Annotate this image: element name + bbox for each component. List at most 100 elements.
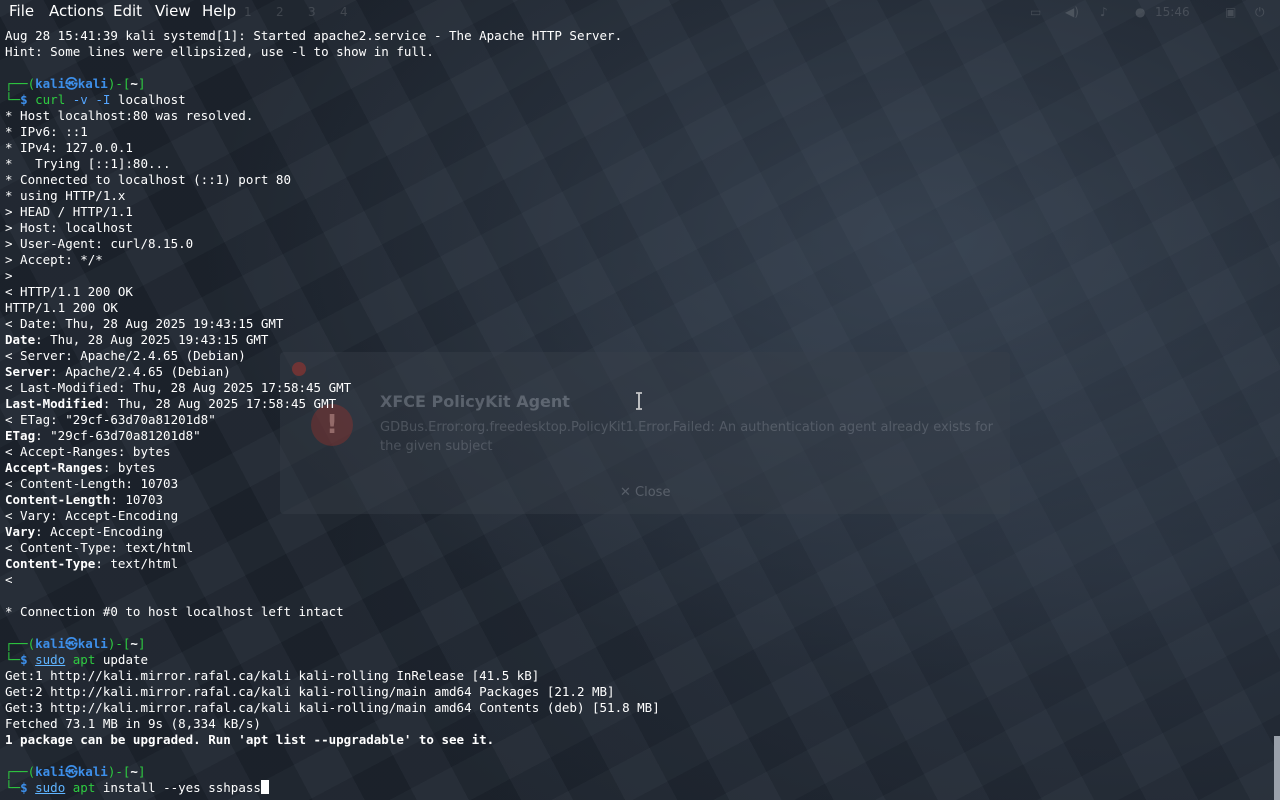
header-key: Server	[5, 364, 51, 379]
workspace-4[interactable]: 4	[340, 5, 348, 19]
terminal-line: * using HTTP/1.x	[5, 188, 660, 204]
terminal-line-text: * Connection #0 to host localhost left i…	[5, 604, 344, 619]
terminal-line: Accept-Ranges: bytes	[5, 460, 660, 476]
terminal-line: < Accept-Ranges: bytes	[5, 444, 660, 460]
command-line: └─$ sudo apt install --yes sshpass	[5, 780, 660, 796]
terminal-line-text: < Content-Type: text/html	[5, 540, 194, 555]
terminal-line-text: * Host localhost:80 was resolved.	[5, 108, 254, 123]
header-key: Vary	[5, 524, 36, 539]
terminal-line: * Trying [::1]:80...	[5, 156, 660, 172]
logout-icon[interactable]: ⏻	[1255, 5, 1265, 20]
command-space	[65, 652, 73, 667]
workspace-3[interactable]: 3	[308, 5, 316, 19]
terminal-line-text: < Content-Length: 10703	[5, 476, 179, 491]
command-args: localhost	[117, 92, 186, 107]
terminal-line: < Content-Length: 10703	[5, 476, 660, 492]
terminal-line-text: Hint: Some lines were ellipsized, use -l…	[5, 44, 434, 59]
terminal-cursor	[260, 780, 269, 794]
prompt-dir: ~	[130, 76, 138, 91]
terminal-output[interactable]: Aug 28 15:41:39 kali systemd[1]: Started…	[5, 28, 660, 796]
menu-view[interactable]: View	[155, 2, 191, 20]
command-args: update	[95, 652, 149, 667]
terminal-line: ETag: "29cf-63d70a81201d8"	[5, 428, 660, 444]
bell-icon[interactable]: ♪	[1100, 5, 1108, 19]
header-value: : Apache/2.4.65 (Debian)	[50, 364, 231, 379]
terminal-line: Date: Thu, 28 Aug 2025 19:43:15 GMT	[5, 332, 660, 348]
terminal-line-text: < ETag: "29cf-63d70a81201d8"	[5, 412, 216, 427]
terminal-line-text: * IPv4: 127.0.0.1	[5, 140, 133, 155]
terminal-line: > Accept: */*	[5, 252, 660, 268]
terminal-line-text: > HEAD / HTTP/1.1	[5, 204, 133, 219]
menu-file[interactable]: File	[9, 2, 34, 20]
header-value: : Thu, 28 Aug 2025 17:58:45 GMT	[102, 396, 337, 411]
terminal-line: <	[5, 572, 660, 588]
command-line: └─$ sudo apt update	[5, 652, 660, 668]
prompt-dollar: $	[20, 92, 36, 107]
volume-icon[interactable]: ◀)	[1065, 5, 1079, 19]
text-cursor-ibeam-icon	[636, 392, 642, 410]
header-key: Content-Length	[5, 492, 111, 507]
prompt-dollar: $	[20, 652, 36, 667]
terminal-line: >	[5, 268, 660, 284]
header-key: Last-Modified	[5, 396, 103, 411]
terminal-line: Last-Modified: Thu, 28 Aug 2025 17:58:45…	[5, 396, 660, 412]
terminal-line: Fetched 73.1 MB in 9s (8,334 kB/s)	[5, 716, 660, 732]
header-key: Accept-Ranges	[5, 460, 103, 475]
workspace-2[interactable]: 2	[276, 5, 284, 19]
prompt-line: ┌──(kali㉿kali)-[~]	[5, 764, 660, 780]
header-value: : Accept-Encoding	[35, 524, 164, 539]
terminal-line: 1 package can be upgraded. Run 'apt list…	[5, 732, 660, 748]
prompt-user-host: kali㉿kali	[35, 76, 108, 91]
command-args: install --yes sshpass	[95, 780, 261, 795]
terminal-line: < HTTP/1.1 200 OK	[5, 284, 660, 300]
menu-actions[interactable]: Actions	[49, 2, 104, 20]
terminal-line: > User-Agent: curl/8.15.0	[5, 236, 660, 252]
workspace-1[interactable]: 1	[244, 5, 252, 19]
terminal-line-text: > User-Agent: curl/8.15.0	[5, 236, 194, 251]
terminal-menubar: File Actions Edit View Help 1 2 3 4 ▭ ◀)…	[0, 0, 1280, 24]
header-key: Content-Type	[5, 556, 96, 571]
xfce-panel-behind: 1 2 3 4 ▭ ◀) ♪ ● 15:46 ▣ ⏻	[230, 0, 1280, 24]
prompt-dir: ~	[130, 636, 138, 651]
terminal-line-text: < Last-Modified: Thu, 28 Aug 2025 17:58:…	[5, 380, 352, 395]
prompt-frame: ]	[137, 764, 146, 779]
terminal-line-text: Fetched 73.1 MB in 9s (8,334 kB/s)	[5, 716, 261, 731]
terminal-line: < ETag: "29cf-63d70a81201d8"	[5, 412, 660, 428]
prompt-frame: ]	[137, 76, 146, 91]
terminal-line: Vary: Accept-Encoding	[5, 524, 660, 540]
command-name: apt	[72, 780, 96, 795]
terminal-line: < Date: Thu, 28 Aug 2025 19:43:15 GMT	[5, 316, 660, 332]
terminal-line-text: Get:1 http://kali.mirror.rafal.ca/kali k…	[5, 668, 540, 683]
prompt-frame: ┌──(	[5, 636, 36, 651]
header-value: : "29cf-63d70a81201d8"	[35, 428, 201, 443]
menu-edit[interactable]: Edit	[113, 2, 142, 20]
header-key: ETag	[5, 428, 36, 443]
terminal-line: > Host: localhost	[5, 220, 660, 236]
terminal-line: < Content-Type: text/html	[5, 540, 660, 556]
terminal-line: < Server: Apache/2.4.65 (Debian)	[5, 348, 660, 364]
terminal-line: HTTP/1.1 200 OK	[5, 300, 660, 316]
terminal-line: Get:1 http://kali.mirror.rafal.ca/kali k…	[5, 668, 660, 684]
header-value: : Thu, 28 Aug 2025 19:43:15 GMT	[35, 332, 269, 347]
terminal-line: Content-Type: text/html	[5, 556, 660, 572]
lock-icon[interactable]: ▣	[1225, 5, 1236, 19]
terminal-line-text: < Date: Thu, 28 Aug 2025 19:43:15 GMT	[5, 316, 284, 331]
monitor-icon[interactable]: ▭	[1030, 5, 1041, 19]
terminal-line-text: < Server: Apache/2.4.65 (Debian)	[5, 348, 246, 363]
terminal-line: < Vary: Accept-Encoding	[5, 508, 660, 524]
terminal-line-text: > Accept: */*	[5, 252, 103, 267]
prompt-frame: └─	[5, 780, 21, 795]
terminal-line-text: Aug 28 15:41:39 kali systemd[1]: Started…	[5, 28, 623, 43]
prompt-line: ┌──(kali㉿kali)-[~]	[5, 636, 660, 652]
terminal-line-text: > Host: localhost	[5, 220, 133, 235]
header-value: : bytes	[102, 460, 156, 475]
prompt-frame: )-[	[107, 76, 131, 91]
power-manager-icon[interactable]: ●	[1135, 5, 1145, 19]
prompt-frame: ┌──(	[5, 76, 36, 91]
terminal-line: Get:3 http://kali.mirror.rafal.ca/kali k…	[5, 700, 660, 716]
terminal-scrollbar[interactable]	[1274, 736, 1280, 800]
terminal-line-text: >	[5, 268, 13, 283]
prompt-dollar: $	[20, 780, 36, 795]
